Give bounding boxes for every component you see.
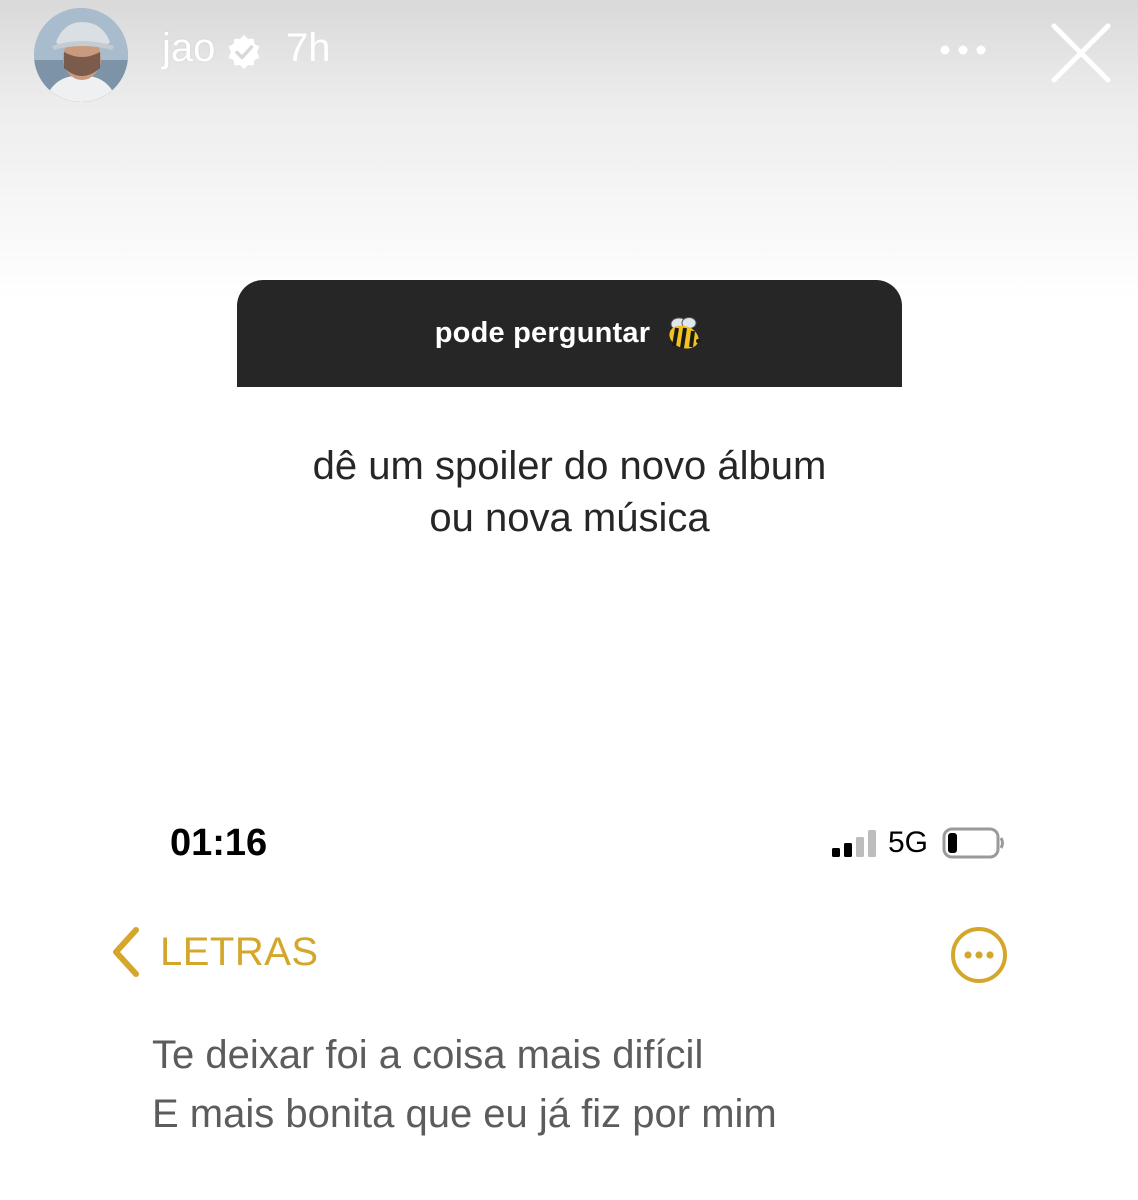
chevron-left-icon[interactable] xyxy=(108,926,144,978)
lyrics-line: Te deixar foi a coisa mais difícil xyxy=(152,1033,704,1077)
question-sticker-title: pode perguntar xyxy=(434,317,651,349)
network-type: 5G xyxy=(888,826,929,859)
story-viewer: jao 7h pode perguntar dê um spoiler do n… xyxy=(0,0,1138,1200)
status-bar-time: 01:16 xyxy=(170,822,268,864)
bee-icon xyxy=(669,316,701,349)
back-button-label[interactable]: LETRAS xyxy=(160,930,319,975)
story-timestamp: 7h xyxy=(286,26,331,70)
close-icon[interactable] xyxy=(1050,22,1112,84)
question-answer-text: dê um spoiler do novo álbum ou nova músi… xyxy=(237,440,902,544)
verified-badge-icon xyxy=(228,35,260,69)
more-circle-icon[interactable] xyxy=(950,926,1008,984)
question-line: dê um spoiler do novo álbum xyxy=(312,444,827,488)
question-sticker-header[interactable]: pode perguntar xyxy=(237,280,902,387)
story-username[interactable]: jao xyxy=(162,26,215,71)
lyrics-line: E mais bonita que eu já fiz por mim xyxy=(152,1092,777,1136)
question-line: ou nova música xyxy=(429,496,710,540)
avatar[interactable] xyxy=(34,8,128,102)
battery-icon xyxy=(942,827,1004,859)
more-horizontal-icon[interactable] xyxy=(938,40,988,60)
lyrics-text: Te deixar foi a coisa mais difícil E mai… xyxy=(152,1026,777,1144)
cellular-signal-icon xyxy=(832,830,876,857)
